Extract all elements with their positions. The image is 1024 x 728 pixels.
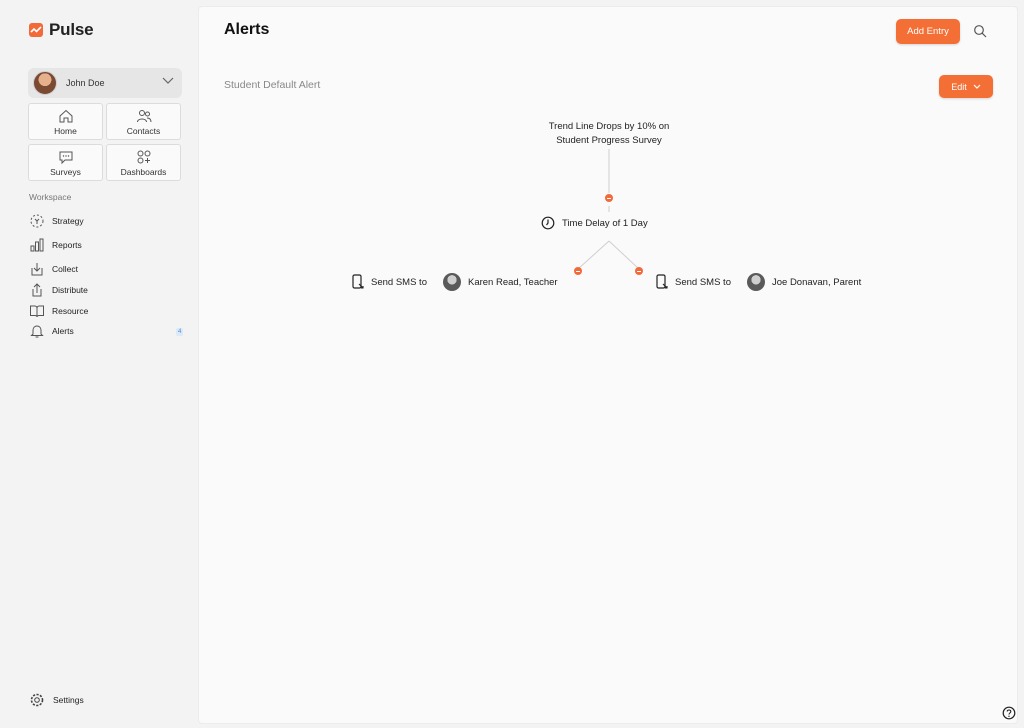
trigger-line-2: Student Progress Survey [556, 135, 662, 146]
flow-connectors [577, 149, 640, 270]
sidebar-item-label: Collect [52, 264, 78, 274]
app-logo[interactable]: Pulse [29, 20, 94, 40]
sidebar-item-label: Strategy [52, 216, 84, 226]
section-label: Workspace [29, 192, 72, 202]
share-icon [29, 282, 45, 298]
tile-label: Dashboards [120, 167, 167, 177]
sidebar-item-strategy[interactable]: Strategy [29, 213, 84, 229]
bar-chart-icon [29, 237, 45, 253]
user-name: John Doe [66, 78, 105, 88]
action-node-sms-teacher[interactable]: Send SMS to Karen Read, Teacher [351, 271, 558, 293]
app-name: Pulse [49, 20, 94, 39]
sidebar: Pulse John Doe Home Contacts Surveys Das… [0, 0, 198, 728]
sidebar-item-collect[interactable]: Collect [29, 261, 78, 277]
tile-label: Surveys [50, 167, 81, 177]
sidebar-item-label: Alerts [52, 326, 74, 336]
sidebar-item-label: Reports [52, 240, 82, 250]
tile-label: Home [54, 126, 77, 136]
chevron-down-icon [162, 77, 174, 84]
avatar [33, 71, 57, 95]
trigger-line-1: Trend Line Drops by 10% on [548, 121, 670, 132]
tile-contacts[interactable]: Contacts [106, 103, 181, 140]
recipient-name: Karen Read, Teacher [467, 276, 558, 288]
bell-icon [29, 323, 45, 339]
dashboard-icon [137, 150, 150, 164]
delay-label: Time Delay of 1 Day [562, 217, 648, 229]
avatar [442, 273, 461, 291]
tile-surveys[interactable]: Surveys [28, 144, 103, 181]
strategy-icon [29, 213, 45, 229]
alerts-count-badge: 4 [176, 328, 184, 336]
book-icon [29, 303, 45, 319]
clock-icon [541, 216, 555, 230]
recipient-name: Joe Donavan, Parent [771, 276, 862, 288]
action-node-sms-parent[interactable]: Send SMS to Joe Donavan, Parent [655, 271, 862, 293]
tile-label: Contacts [126, 126, 161, 136]
users-icon [136, 110, 151, 123]
avatar [746, 273, 765, 291]
user-menu[interactable]: John Doe [28, 68, 182, 98]
sidebar-item-label: Distribute [52, 285, 88, 295]
settings-link[interactable]: Settings [29, 692, 84, 708]
action-label: Send SMS to [371, 276, 427, 288]
help-icon[interactable] [1002, 706, 1016, 720]
delay-node[interactable]: Time Delay of 1 Day [533, 213, 656, 233]
sidebar-item-reports[interactable]: Reports [29, 237, 82, 253]
tile-dashboards[interactable]: Dashboards [106, 144, 181, 181]
remove-node-icon[interactable] [635, 267, 643, 275]
tile-home[interactable]: Home [28, 103, 103, 140]
sidebar-item-distribute[interactable]: Distribute [29, 282, 88, 298]
main-panel: Alerts Add Entry Student Default Alert E… [198, 6, 1018, 724]
pulse-logo-icon [29, 23, 43, 37]
sidebar-item-label: Resource [52, 306, 89, 316]
sidebar-item-resource[interactable]: Resource [29, 303, 88, 319]
phone-sms-icon [352, 274, 364, 289]
collect-icon [29, 261, 45, 277]
sidebar-item-alerts[interactable]: Alerts [29, 323, 74, 339]
home-icon [59, 109, 72, 123]
gear-icon [30, 693, 44, 707]
action-label: Send SMS to [675, 276, 731, 288]
trigger-node[interactable]: Trend Line Drops by 10% on Student Progr… [529, 120, 689, 148]
chat-icon [59, 151, 72, 165]
remove-node-icon[interactable] [605, 194, 613, 202]
phone-sms-icon [656, 274, 668, 289]
remove-node-icon[interactable] [574, 267, 582, 275]
settings-label: Settings [53, 695, 84, 705]
